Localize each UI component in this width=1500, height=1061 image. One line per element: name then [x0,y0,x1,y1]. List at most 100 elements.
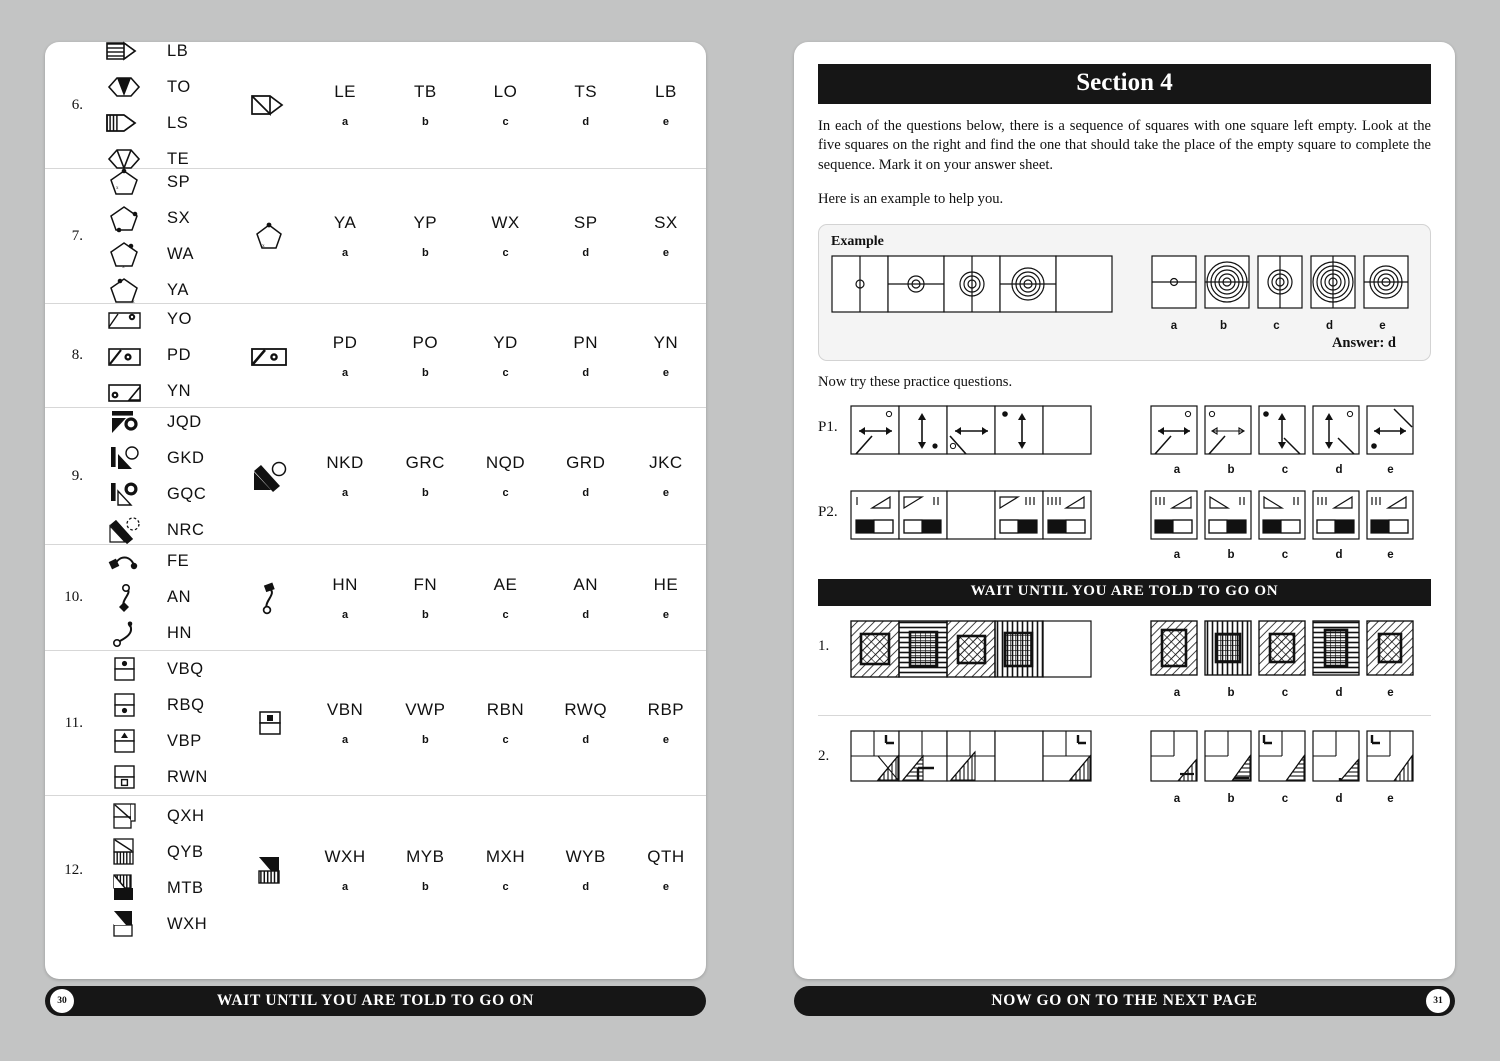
option-letter: c [1281,549,1289,562]
option-letter: a [1173,549,1181,562]
option-letter: b [1219,319,1228,332]
option-code[interactable]: PN [546,333,626,353]
question-number: 12. [64,861,83,878]
option-code[interactable]: NQD [465,453,545,473]
answer-options: LE TB LO TS LB a b c d e [305,82,706,128]
option-code[interactable]: SP [546,213,626,233]
option-code[interactable]: WYB [546,847,626,867]
split-box-dot-top-icon [107,652,141,686]
option-letter: b [1227,687,1235,700]
rect-circle-left-hatch-icon [104,375,144,409]
key-code: AN [167,588,192,606]
p2-sequence-strip [850,490,1095,547]
option-letter: d [582,608,590,621]
option-letter: d [582,116,590,128]
option-code[interactable]: TB [385,82,465,102]
option-letter: e [662,881,669,893]
two-page-spread: 6. LB TO LS TE LE TB LO TS LB a b c d e … [0,0,1500,1061]
option-code[interactable]: MYB [385,847,465,867]
q1-sequence-strip [850,620,1095,685]
key-code: GQC [167,484,207,503]
pentagon-dot-top-icon: x [106,165,142,199]
key-code: MTB [167,878,204,897]
option-letter: c [1281,793,1289,806]
practice-label: P2. [818,504,838,521]
option-code[interactable]: WXH [305,847,385,867]
question-row: 10. FE AN HN HN FN AE AN HE a b c d e [45,545,706,651]
question-row: 9. JQD GKD GQC NRC NKD GRC NQD GRD JKC a… [45,408,706,545]
answer-options: WXH MYB MXH WYB QTH a b c d e [305,847,706,893]
q2-sequence-strip [850,730,1095,791]
key-code: SX [167,208,191,227]
question-row: 8. YO PD YN PD PO YD PN YN a b c d e [45,304,706,408]
option-code[interactable]: AE [465,575,545,595]
rect-diagonal-circle-icon [104,339,144,373]
option-code[interactable]: LO [465,82,545,102]
option-letter: a [342,247,349,259]
option-code[interactable]: RBP [626,700,706,720]
probe-shape: x [233,220,305,252]
key-shape-column [91,303,157,409]
q2-option-labels: a b c d e [1150,793,1415,805]
option-letter: b [1227,793,1235,806]
option-code[interactable]: VBN [305,700,385,720]
q2-options: a b c d e [1150,730,1415,805]
key-code: YO [167,310,193,328]
right-footer-text: NOW GO ON TO THE NEXT PAGE [991,992,1258,1009]
hexagon-hatched-icon [105,34,143,68]
probe-shape [233,90,305,120]
pentagon-dots-right-icon [106,201,142,235]
option-code[interactable]: JKC [626,453,706,473]
answer-options: VBN VWP RBN RWQ RBP a b c d e [305,700,706,746]
option-letter: c [502,608,509,621]
option-code[interactable]: HN [305,575,385,595]
option-code[interactable]: WX [465,213,545,233]
practice-question-row: P2. a b c d e [818,490,1431,561]
option-code[interactable]: TS [546,82,626,102]
option-letter: d [582,366,590,379]
question-number: 6. [71,96,83,113]
curve-heart-circle-icon [104,617,144,651]
option-code[interactable]: GRD [546,453,626,473]
key-code: PD [167,346,192,364]
option-letter: a [342,734,349,746]
example-options: a b c d e [1151,255,1409,332]
option-code[interactable]: QTH [626,847,706,867]
question-row: 11. VBQ RBQ VBP RWN VBN VWP RBN RWQ RBP … [45,651,706,796]
key-code-column: YO PD YN [157,303,233,409]
example-sequence-strip [831,255,1113,318]
option-code[interactable]: LB [626,82,706,102]
option-letter: a [342,881,349,893]
option-code[interactable]: NKD [305,453,385,473]
example-lead-text: Here is an example to help you. [818,190,1004,207]
key-code: LS [167,113,189,132]
option-code[interactable]: LE [305,82,385,102]
option-code[interactable]: GRC [385,453,465,473]
key-code-column: QXH QYB MTB WXH [157,799,233,941]
option-code[interactable]: PD [305,333,385,353]
option-code[interactable]: YP [385,213,465,233]
option-letter: e [1387,464,1394,477]
option-code[interactable]: PO [385,333,465,353]
option-code[interactable]: VWP [385,700,465,720]
option-letter: a [1170,319,1178,332]
option-code[interactable]: YA [305,213,385,233]
option-letter: e [1387,793,1394,806]
option-code[interactable]: SX [626,213,706,233]
option-letter: e [662,734,669,746]
question-number: 10. [64,589,83,605]
option-letter: b [421,881,429,893]
option-code[interactable]: RBN [465,700,545,720]
option-code[interactable]: MXH [465,847,545,867]
key-shape-column [91,545,157,651]
option-letter: b [1227,464,1235,477]
option-code[interactable]: YN [626,333,706,353]
option-code[interactable]: RWQ [546,700,626,720]
option-code[interactable]: AN [546,575,626,595]
option-code[interactable]: YD [465,333,545,353]
option-code[interactable]: HE [626,575,706,595]
key-code: JQD [167,412,202,431]
left-page: 6. LB TO LS TE LE TB LO TS LB a b c d e … [45,41,706,979]
left-page-number: 30 [50,989,74,1013]
option-code[interactable]: FN [385,575,465,595]
